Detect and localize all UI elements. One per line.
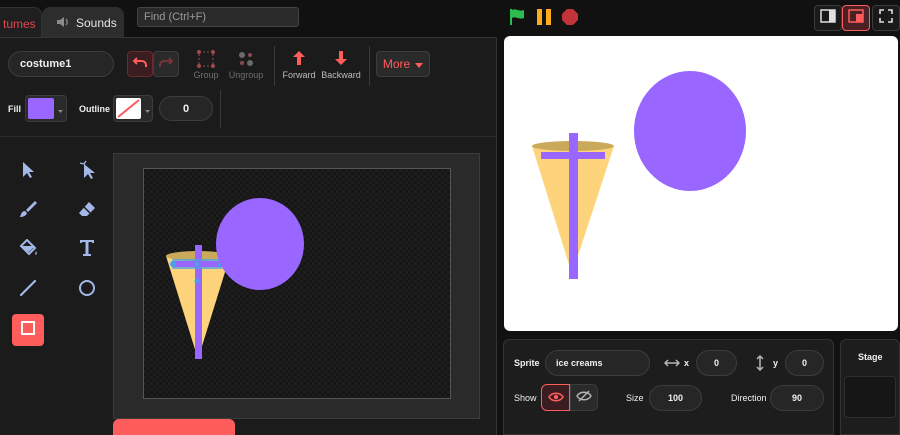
undo-icon [132, 55, 147, 73]
x-label: x [684, 358, 690, 368]
divider [274, 46, 275, 86]
caret-down-icon [415, 57, 424, 71]
arrows-vertical-icon [754, 354, 766, 376]
backward-label: Backward [321, 70, 361, 80]
fullscreen-icon [879, 8, 893, 28]
more-button[interactable]: More [376, 51, 430, 77]
backward-icon [321, 50, 361, 70]
stage-purple-circle[interactable] [634, 71, 746, 191]
outline-width-input[interactable]: 0 [159, 96, 213, 121]
line-tool[interactable] [12, 274, 44, 306]
caret-down-icon [145, 100, 150, 118]
large-stage-icon [848, 8, 864, 28]
undo-button[interactable] [127, 51, 153, 77]
small-stage-icon [820, 8, 836, 28]
stage[interactable] [504, 36, 898, 331]
brush-tool[interactable] [12, 195, 44, 227]
show-hidden-button[interactable] [570, 384, 598, 411]
divider [0, 136, 497, 137]
divider [220, 90, 221, 128]
line-icon [19, 279, 37, 302]
fill-label: Fill [8, 104, 21, 114]
sprite-label: Sprite [514, 358, 540, 368]
reshape-icon [78, 160, 96, 185]
redo-icon [159, 55, 174, 73]
group-button[interactable]: Group [190, 50, 222, 80]
circle-tool[interactable] [71, 274, 103, 306]
tab-costumes-label: tumes [3, 16, 36, 31]
ungroup-icon [226, 50, 266, 70]
size-label: Size [626, 393, 644, 403]
small-stage-button[interactable] [814, 5, 842, 31]
pause-icon[interactable] [535, 8, 553, 31]
large-stage-button[interactable] [842, 5, 870, 31]
forward-button[interactable]: Forward [282, 50, 316, 80]
stage-panel-title: Stage [858, 352, 883, 362]
x-input[interactable]: 0 [696, 350, 737, 376]
speaker-icon [56, 16, 70, 31]
backward-button[interactable]: Backward [321, 50, 361, 80]
sprite-name-input[interactable]: ice creams [545, 350, 650, 376]
stage-horizontal-bar[interactable] [541, 152, 605, 159]
fill-swatch [28, 98, 54, 119]
forward-icon [282, 50, 316, 70]
tab-costumes[interactable]: tumes [0, 7, 42, 39]
redo-button[interactable] [153, 51, 179, 77]
eye-icon [547, 389, 564, 407]
fullscreen-button[interactable] [872, 5, 900, 31]
outline-label: Outline [79, 104, 110, 114]
divider [369, 46, 370, 86]
text-tool[interactable] [71, 234, 103, 266]
costume-name-input[interactable]: costume1 [8, 51, 114, 77]
select-tool[interactable] [12, 156, 44, 188]
forward-label: Forward [282, 70, 316, 80]
brush-icon [19, 200, 37, 223]
ungroup-button[interactable]: Ungroup [226, 50, 266, 80]
eraser-icon [78, 201, 96, 222]
tab-sounds[interactable]: Sounds [42, 7, 124, 39]
stop-icon[interactable] [561, 8, 579, 31]
show-visible-button[interactable] [541, 384, 570, 411]
reshape-tool[interactable] [71, 156, 103, 188]
group-label: Group [193, 70, 219, 80]
convert-button[interactable] [113, 419, 235, 435]
caret-down-icon [58, 100, 63, 118]
circle-icon [78, 279, 96, 302]
fill-tool[interactable] [12, 234, 44, 266]
show-label: Show [514, 393, 537, 403]
text-icon [79, 239, 95, 262]
eye-slash-icon [576, 389, 592, 407]
size-input[interactable]: 100 [649, 385, 702, 411]
direction-label: Direction [731, 393, 767, 403]
fill-icon [18, 238, 38, 262]
stage-thumbnail[interactable] [844, 376, 896, 418]
no-color-swatch [116, 98, 141, 119]
more-label: More [382, 57, 411, 71]
rectangle-tool[interactable] [12, 314, 44, 346]
outline-color-button[interactable] [113, 95, 153, 122]
y-input[interactable]: 0 [785, 350, 824, 376]
y-label: y [773, 358, 779, 368]
find-input[interactable]: Find (Ctrl+F) [137, 7, 299, 27]
eraser-tool[interactable] [71, 195, 103, 227]
green-flag-icon[interactable] [508, 8, 528, 31]
select-icon [21, 161, 35, 184]
canvas-purple-circle[interactable] [216, 198, 304, 290]
tab-sounds-label: Sounds [76, 16, 117, 30]
group-icon [190, 50, 222, 70]
paint-canvas[interactable] [143, 168, 451, 399]
fill-color-button[interactable] [25, 95, 67, 122]
ungroup-label: Ungroup [228, 70, 264, 80]
arrows-horizontal-icon [663, 356, 681, 374]
direction-input[interactable]: 90 [770, 385, 824, 411]
rectangle-icon [20, 320, 36, 341]
